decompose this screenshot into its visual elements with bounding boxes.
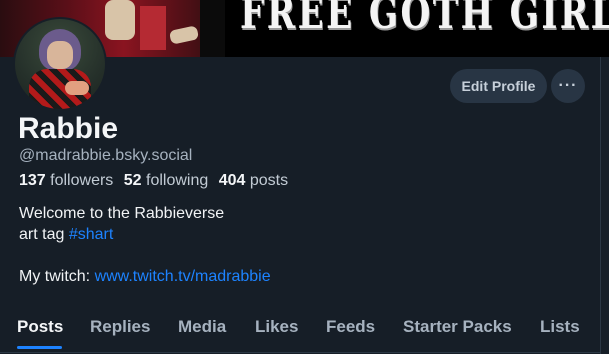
followers-count: 137	[19, 172, 46, 189]
edit-profile-button[interactable]: Edit Profile	[450, 69, 547, 103]
bio-line-2: art tag #shart	[19, 224, 271, 245]
followers-label: followers	[50, 172, 114, 189]
bio-blank-line	[19, 245, 271, 266]
banner-text: FREE GOTH GIRLS	[240, 0, 609, 39]
avatar[interactable]	[13, 17, 107, 111]
avatar-image	[15, 19, 105, 109]
tab-feeds[interactable]: Feeds	[326, 308, 375, 346]
posts-count: 404	[218, 172, 246, 189]
twitch-link[interactable]: www.twitch.tv/madrabbie	[95, 268, 271, 285]
tab-media[interactable]: Media	[178, 308, 226, 346]
user-handle: @madrabbie.bsky.social	[19, 147, 193, 164]
posts-stat: 404 posts	[219, 172, 288, 189]
following-count: 52	[123, 172, 142, 189]
posts-label: posts	[249, 172, 289, 189]
scrollbar-track	[600, 57, 609, 354]
tab-posts[interactable]: Posts	[17, 308, 63, 346]
followers-stat[interactable]: 137 followers	[19, 172, 113, 189]
profile-tabs: Posts Replies Media Likes Feeds Starter …	[0, 308, 600, 354]
tab-starter-packs[interactable]: Starter Packs	[403, 308, 512, 346]
tab-replies[interactable]: Replies	[90, 308, 150, 346]
display-name: Rabbie	[18, 112, 119, 145]
following-label: following	[146, 172, 209, 189]
tab-lists[interactable]: Lists	[540, 308, 580, 346]
active-tab-indicator	[17, 346, 62, 349]
hashtag-link[interactable]: #shart	[69, 226, 113, 243]
tab-likes[interactable]: Likes	[255, 308, 298, 346]
bio-line-1: Welcome to the Rabbieverse	[19, 205, 225, 222]
bio-line-twitch: My twitch: www.twitch.tv/madrabbie	[19, 266, 271, 287]
profile-stats: 137 followers 52 following 404 posts	[19, 172, 294, 190]
following-stat[interactable]: 52 following	[124, 172, 209, 189]
profile-bio: Welcome to the Rabbieverse art tag #shar…	[19, 203, 271, 287]
more-options-icon[interactable]: ···	[551, 69, 585, 103]
twitch-label: My twitch:	[19, 268, 95, 285]
bio-art-tag-label: art tag	[19, 226, 69, 243]
tabs-divider	[0, 352, 600, 353]
